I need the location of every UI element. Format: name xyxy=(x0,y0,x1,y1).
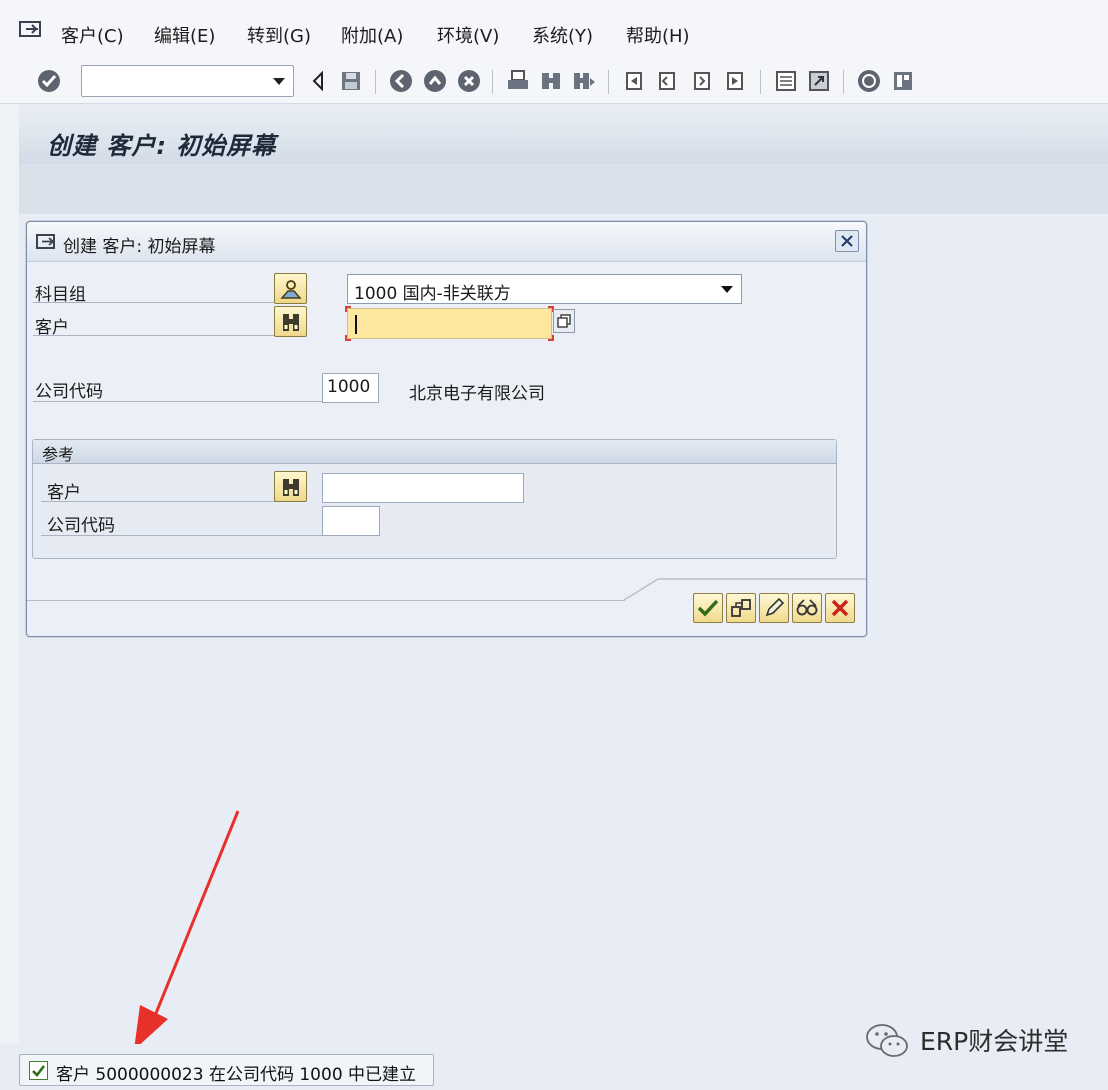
company-code-input[interactable]: 1000 xyxy=(322,373,379,403)
find-icon[interactable] xyxy=(537,67,565,95)
reference-group-title: 参考 xyxy=(42,445,75,464)
label-underline xyxy=(41,501,276,502)
toolbar-separator xyxy=(492,70,493,94)
pencil-icon xyxy=(765,597,785,617)
success-icon xyxy=(29,1061,48,1080)
close-button[interactable] xyxy=(835,230,859,252)
application-toolbar xyxy=(19,164,1108,214)
cancel-icon[interactable] xyxy=(455,67,483,95)
save-icon[interactable] xyxy=(337,67,365,95)
toolbar-separator xyxy=(843,70,844,94)
focus-corner xyxy=(548,335,554,341)
command-field[interactable] xyxy=(81,65,294,97)
back-icon[interactable] xyxy=(387,67,415,95)
help-icon[interactable] xyxy=(855,67,883,95)
reference-company-code-input[interactable] xyxy=(322,506,380,536)
toolbar-separator xyxy=(375,70,376,94)
close-icon xyxy=(831,599,849,617)
menu-bar: 客户(C) 编辑(E) 转到(G) 附加(A) 环境(V) 系统(Y) 帮助(H… xyxy=(0,0,1108,62)
reference-customer-search-button[interactable] xyxy=(274,471,307,502)
binoculars-icon xyxy=(282,478,299,496)
annotation-arrow xyxy=(134,810,240,1050)
find-next-icon[interactable] xyxy=(570,67,598,95)
toolbar-separator xyxy=(608,70,609,94)
org-levels-button[interactable] xyxy=(726,593,756,623)
status-message[interactable]: 客户 5000000023 在公司代码 1000 中已建立 xyxy=(19,1054,434,1086)
page-title: 创建 客户: 初始屏幕 xyxy=(47,132,277,160)
menu-environment[interactable]: 环境(V) xyxy=(437,22,499,48)
wechat-logo-icon xyxy=(866,1024,908,1057)
reference-customer-label: 客户 xyxy=(47,483,81,503)
reference-group-header: 参考 xyxy=(33,440,836,464)
command-dropdown-arrow-icon[interactable] xyxy=(273,78,285,85)
next-page-icon[interactable] xyxy=(688,67,716,95)
menu-edit[interactable]: 编辑(E) xyxy=(154,22,215,48)
label-underline xyxy=(33,335,299,336)
status-message-text: 客户 5000000023 在公司代码 1000 中已建立 xyxy=(56,1065,417,1085)
text-cursor xyxy=(355,315,357,334)
last-page-icon[interactable] xyxy=(721,67,749,95)
screen-title-bar: 创建 客户: 初始屏幕 xyxy=(19,117,1108,164)
label-underline xyxy=(33,401,323,402)
close-icon xyxy=(841,235,853,247)
layout-icon[interactable] xyxy=(889,67,917,95)
account-group-value: 1000 国内-非关联方 xyxy=(354,284,511,304)
new-session-icon[interactable] xyxy=(772,67,800,95)
reference-group: 参考 客户 公司代码 xyxy=(32,439,837,559)
label-underline xyxy=(33,302,299,303)
shortcut-icon[interactable] xyxy=(805,67,833,95)
menu-system[interactable]: 系统(Y) xyxy=(532,22,593,48)
exit-icon[interactable] xyxy=(421,67,449,95)
enter-icon[interactable] xyxy=(35,67,63,95)
watermark-text: ERP财会讲堂 xyxy=(920,1027,1069,1056)
copy-icon xyxy=(557,314,571,328)
toolbar-separator xyxy=(760,70,761,94)
cancel-button[interactable] xyxy=(825,593,855,623)
print-icon[interactable] xyxy=(504,67,532,95)
binoculars-icon xyxy=(282,313,299,331)
menu-help[interactable]: 帮助(H) xyxy=(626,22,690,48)
label-underline xyxy=(41,535,323,536)
menu-goto[interactable]: 转到(G) xyxy=(247,22,311,48)
edit-button[interactable] xyxy=(759,593,789,623)
account-group-help-button[interactable] xyxy=(274,273,307,304)
person-icon xyxy=(279,279,302,299)
dialog-footer-divider xyxy=(27,600,625,601)
chevron-down-icon[interactable] xyxy=(721,286,733,293)
menu-customer[interactable]: 客户(C) xyxy=(61,22,124,48)
glasses-icon xyxy=(796,599,818,616)
first-page-icon[interactable] xyxy=(620,67,648,95)
account-group-select[interactable]: 1000 国内-非关联方 xyxy=(347,274,742,304)
dialog-title: 创建 客户: 初始屏幕 xyxy=(63,237,216,257)
dialog-menu-icon[interactable] xyxy=(36,233,58,251)
checkmark-icon xyxy=(697,599,719,617)
prev-page-icon[interactable] xyxy=(653,67,681,95)
customer-input[interactable] xyxy=(345,306,554,341)
create-customer-dialog: 创建 客户: 初始屏幕 科目组 1000 国内-非关联方 客户 公司代码 100… xyxy=(26,221,867,637)
system-menu-icon[interactable] xyxy=(18,19,44,41)
company-name-text: 北京电子有限公司 xyxy=(409,384,545,404)
reference-company-code-label: 公司代码 xyxy=(47,516,115,536)
menu-extras[interactable]: 附加(A) xyxy=(341,22,403,48)
customer-search-help-button[interactable] xyxy=(274,306,307,337)
focus-corner xyxy=(345,306,351,312)
left-edge xyxy=(0,104,19,1044)
collapse-icon[interactable] xyxy=(304,67,332,95)
reference-customer-input[interactable] xyxy=(322,473,524,503)
company-code-label: 公司代码 xyxy=(35,382,103,402)
dialog-header: 创建 客户: 初始屏幕 xyxy=(27,222,866,262)
focus-corner xyxy=(345,335,351,341)
display-button[interactable] xyxy=(792,593,822,623)
company-code-value: 1000 xyxy=(327,377,371,397)
standard-toolbar xyxy=(0,62,1108,104)
org-levels-icon xyxy=(731,599,751,617)
multiple-selection-button[interactable] xyxy=(553,309,575,333)
continue-button[interactable] xyxy=(693,593,723,623)
